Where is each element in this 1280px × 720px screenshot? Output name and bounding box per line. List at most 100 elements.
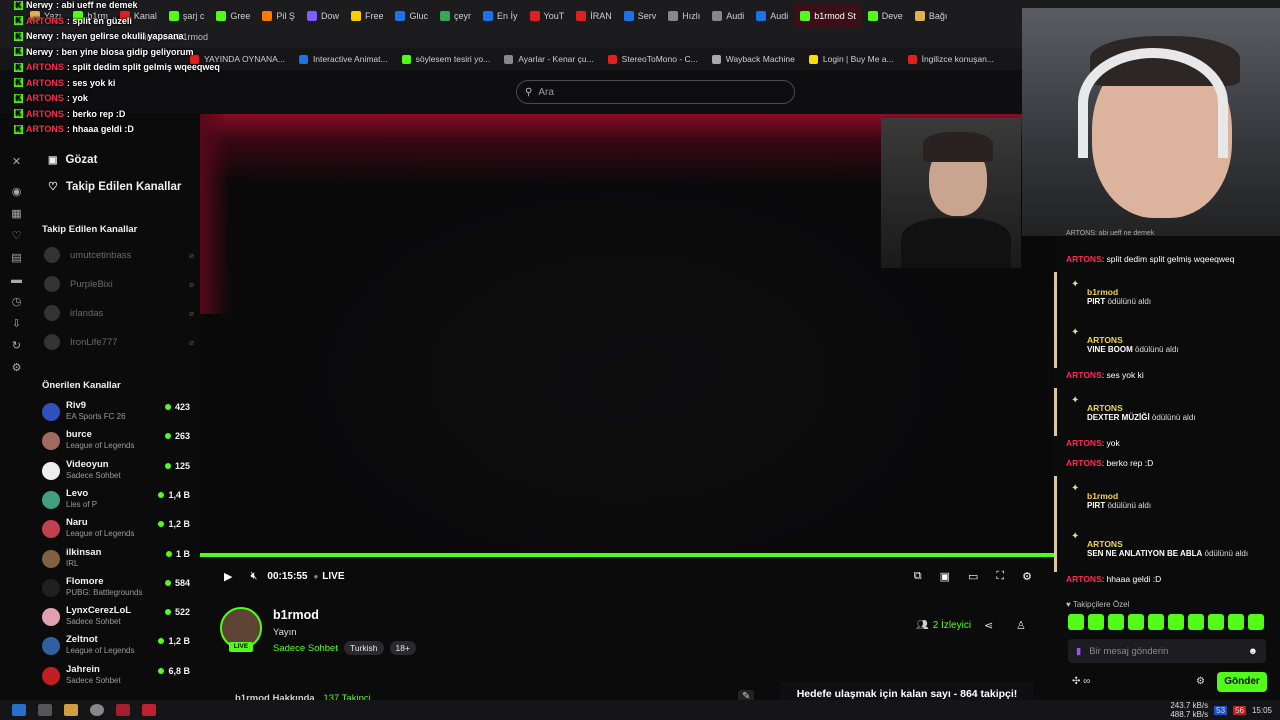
browser-icon[interactable] bbox=[90, 704, 104, 716]
browser-tab[interactable]: Deve bbox=[862, 4, 909, 28]
search-input[interactable]: ⚲ Ara bbox=[516, 80, 795, 104]
emote-icon[interactable] bbox=[1068, 614, 1084, 630]
play-icon[interactable]: ▶ bbox=[224, 570, 232, 583]
miniplayer-icon[interactable]: ⧉ bbox=[914, 570, 922, 583]
emote-icon[interactable] bbox=[1228, 614, 1244, 630]
clip-icon[interactable]: ▣ bbox=[940, 570, 950, 583]
mute-icon[interactable]: 🔇︎ bbox=[250, 570, 257, 583]
circle-icon[interactable]: ◉ bbox=[10, 186, 23, 199]
emote-icon[interactable] bbox=[1208, 614, 1224, 630]
tray-badge-1[interactable]: 53 bbox=[1214, 705, 1228, 715]
browser-tab[interactable]: Hızlı bbox=[662, 4, 706, 28]
reward-user[interactable]: ARTONS bbox=[1087, 539, 1268, 549]
chat-username[interactable]: ARTONS bbox=[1066, 438, 1102, 448]
bookmark[interactable]: söylesem tesiri yo... bbox=[401, 54, 490, 64]
browser-tab[interactable]: Serv bbox=[618, 4, 663, 28]
gear-icon[interactable]: ⚙ bbox=[1022, 570, 1032, 583]
browser-tab[interactable]: En İy bbox=[477, 4, 524, 28]
bookmark[interactable]: İngilizce konuşan... bbox=[907, 54, 994, 64]
bookmark[interactable]: Wayback Machine bbox=[711, 54, 795, 64]
tag-language[interactable]: Turkish bbox=[343, 641, 384, 655]
bookmark-label: Wayback Machine bbox=[725, 54, 795, 64]
points-icon[interactable]: ✣ ∞ bbox=[1072, 676, 1090, 687]
follow-icon[interactable]: ♙ bbox=[1016, 619, 1026, 632]
recommended-channel[interactable]: Naru League of Legends 1,2 B bbox=[42, 517, 190, 545]
followed-channel[interactable]: PurpleBixi ⌀ bbox=[44, 276, 194, 292]
bookmark[interactable]: Ayarlar - Kenar çu... bbox=[504, 54, 594, 64]
chat-settings-icon[interactable]: ⚙ bbox=[1196, 676, 1205, 687]
emote-icon[interactable] bbox=[1108, 614, 1124, 630]
channel-name[interactable]: b1rmod bbox=[273, 608, 319, 622]
recommended-channel[interactable]: Flomore PUBG: Battlegrounds 584 bbox=[42, 576, 190, 604]
clock-icon[interactable]: ◷ bbox=[10, 296, 23, 309]
app2-icon[interactable] bbox=[142, 704, 156, 716]
fullscreen-icon[interactable]: ⛶ bbox=[996, 570, 1004, 583]
followed-channel[interactable]: irlandas ⌀ bbox=[44, 305, 194, 321]
heart-icon[interactable]: ♡ bbox=[10, 230, 23, 243]
send-button[interactable]: Gönder bbox=[1217, 672, 1267, 692]
reward-user[interactable]: b1rmod bbox=[1087, 491, 1268, 501]
reward-user[interactable]: b1rmod bbox=[1087, 287, 1268, 297]
clock[interactable]: 15:05 bbox=[1252, 706, 1272, 715]
bookmark[interactable]: StereoToMono - C... bbox=[607, 54, 698, 64]
download-icon[interactable]: ⇩ bbox=[10, 318, 23, 331]
document-icon[interactable]: ▤ bbox=[10, 252, 23, 265]
avatar bbox=[42, 578, 60, 597]
emote-icon[interactable] bbox=[1168, 614, 1184, 630]
progress-bar[interactable] bbox=[200, 553, 1054, 557]
app-icon[interactable] bbox=[116, 704, 130, 716]
reward-user[interactable]: ARTONS bbox=[1087, 335, 1268, 345]
browser-tab[interactable]: Pil Ş bbox=[256, 4, 301, 28]
chat-input[interactable]: ▮ Bir mesaj gönderin ☻ bbox=[1068, 639, 1266, 663]
recommended-channel[interactable]: Jahrein Sadece Sohbet 6,8 B bbox=[42, 664, 190, 692]
emote-icon[interactable] bbox=[1248, 614, 1264, 630]
gear-icon[interactable]: ⚙ bbox=[10, 362, 23, 375]
grid-icon[interactable]: ▦ bbox=[10, 208, 23, 221]
refresh-icon[interactable]: ↻ bbox=[10, 340, 23, 353]
emote-icon[interactable] bbox=[1188, 614, 1204, 630]
browser-tab[interactable]: Dow bbox=[301, 4, 345, 28]
browser-tab[interactable]: Audi bbox=[750, 4, 794, 28]
chat-username[interactable]: ARTONS bbox=[1066, 254, 1102, 264]
followed-channel[interactable]: IronLife777 ⌀ bbox=[44, 334, 194, 350]
recommended-channel[interactable]: burce League of Legends 263 bbox=[42, 429, 190, 457]
browser-tab[interactable]: İRAN bbox=[570, 4, 618, 28]
browser-tab[interactable]: çeyr bbox=[434, 4, 477, 28]
theater-icon[interactable]: ▭ bbox=[968, 570, 978, 583]
emote-icon[interactable] bbox=[1128, 614, 1144, 630]
recommended-channel[interactable]: Zeltnot League of Legends 1,2 B bbox=[42, 634, 190, 662]
folder-icon[interactable] bbox=[64, 704, 78, 716]
chat-username[interactable]: ARTONS bbox=[1066, 458, 1102, 468]
search-icon[interactable] bbox=[38, 704, 52, 716]
tag-age[interactable]: 18+ bbox=[389, 641, 416, 655]
reward-user[interactable]: ARTONS bbox=[1087, 403, 1268, 413]
os-taskbar: 243.7 kB/s 488.7 kB/s 53 56 15:05 bbox=[0, 700, 1280, 720]
chat-username[interactable]: ARTONS bbox=[1066, 370, 1102, 380]
bookmark[interactable]: Login | Buy Me a... bbox=[808, 54, 894, 64]
followed-channel[interactable]: umutcetinbass ⌀ bbox=[44, 247, 194, 263]
browser-tab[interactable]: Audi bbox=[706, 4, 750, 28]
emote-icon[interactable] bbox=[1148, 614, 1164, 630]
browser-tab[interactable]: Gluc bbox=[389, 4, 434, 28]
sidebar: ▣ Gözat ♡ Takip Edilen Kanallar Takip Ed… bbox=[32, 114, 200, 694]
browser-tab[interactable]: b1rmod St bbox=[794, 4, 862, 28]
browser-tab[interactable]: Bağı bbox=[909, 4, 954, 28]
chat-username[interactable]: ARTONS bbox=[1066, 574, 1102, 584]
offline-bell-icon: ⌀ bbox=[189, 250, 194, 260]
gamepad-icon[interactable]: ▬ bbox=[10, 274, 23, 287]
start-icon[interactable] bbox=[12, 704, 26, 716]
emoji-icon[interactable]: ☻ bbox=[1248, 646, 1258, 657]
bookmark[interactable]: Interactive Animat... bbox=[298, 54, 388, 64]
recommended-channel[interactable]: Levo Lies of P 1,4 B bbox=[42, 488, 190, 516]
category-link[interactable]: Sadece Sohbet bbox=[273, 643, 338, 654]
emote-icon[interactable] bbox=[1088, 614, 1104, 630]
browser-tab[interactable]: Free bbox=[345, 4, 390, 28]
nav-followed[interactable]: ♡ Takip Edilen Kanallar bbox=[48, 180, 181, 194]
browser-tab[interactable]: YouT bbox=[524, 4, 571, 28]
share-icon[interactable]: ⋖ bbox=[984, 619, 993, 632]
recommended-channel[interactable]: Videoyun Sadece Sohbet 125 bbox=[42, 459, 190, 487]
tray-badge-2[interactable]: 56 bbox=[1233, 705, 1246, 715]
recommended-channel[interactable]: LynxCerezLoL Sadece Sohbet 522 bbox=[42, 605, 190, 633]
recommended-channel[interactable]: Riv9 EA Sports FC 26 423 bbox=[42, 400, 190, 428]
recommended-channel[interactable]: ilkinsan IRL 1 B bbox=[42, 547, 190, 575]
